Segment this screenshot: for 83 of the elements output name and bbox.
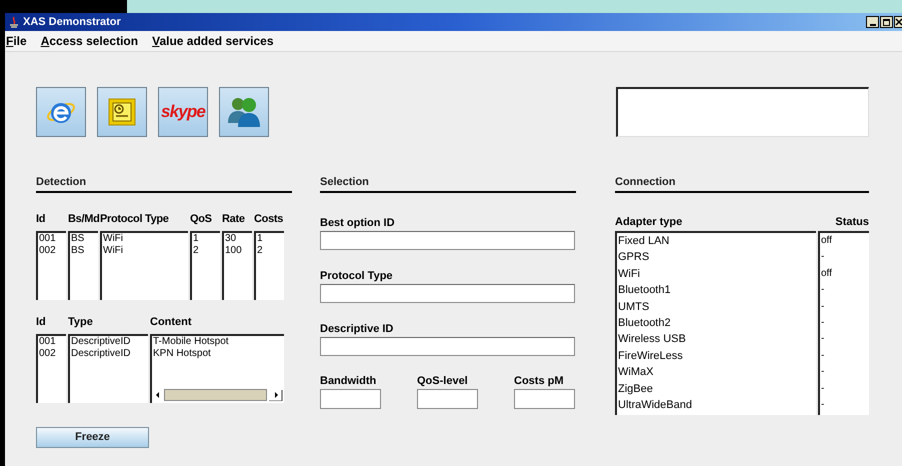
column-header: QoS [190,213,212,225]
table-cell-text: KPN Hotspot [153,348,212,360]
text-area[interactable] [616,87,869,137]
scroll-right-icon[interactable] [268,389,284,401]
window-title: XAS Demonstrator [23,14,121,30]
table-cell-text: DescriptiveID [71,348,132,360]
adapter-name: Wireless USB [618,332,686,348]
menu-item[interactable]: Value added services [152,32,274,50]
adapter-status: - [821,382,824,396]
minimize-button[interactable] [866,16,879,28]
table-cell-text: WiFi [103,233,124,245]
adapter-name: FireWireLess [618,348,683,364]
adapter-status: off [821,234,832,248]
adapter-status: - [821,332,824,346]
table-cell-text: T-Mobile Hotspot [153,336,230,348]
adapter-status: off [821,266,832,281]
people-icon [226,95,262,129]
app-icon [9,16,19,28]
column-header: Id [36,213,46,225]
adapter-status: - [821,300,824,314]
field-label: Protocol Type [320,270,393,283]
adapter-status: - [821,283,824,298]
close-button[interactable] [894,16,902,28]
field-label: Costs pM [514,375,564,388]
table-cell-text: 1 [257,233,264,245]
adapter-name: GPRS [618,250,650,266]
menu-item[interactable]: File [6,32,27,50]
column-header: Rate [222,213,245,225]
table-cell-text: BS [71,245,86,257]
people-button[interactable] [219,87,269,137]
table-cell-text: 2 [257,245,264,257]
table-cell-text: 001 [39,233,57,245]
scrollbar-thumb[interactable] [164,389,267,401]
adapter-status: - [821,250,824,264]
field-label: Bandwidth [320,375,376,388]
adapter-name: WiMaX [618,365,654,380]
table-cell-text: 002 [39,245,57,257]
clock-button[interactable] [97,87,147,137]
column-header: Status [835,214,869,230]
section-title: Selection [320,176,369,189]
input-field[interactable] [320,231,575,250]
adapter-name: Bluetooth2 [618,316,671,332]
section-title: Detection [36,176,86,189]
column-header: Costs [254,213,284,225]
input-field[interactable] [514,389,575,409]
column-header: Content [150,316,192,328]
column-header: Type [68,316,93,328]
input-field[interactable] [417,389,478,409]
clock-icon [108,98,136,126]
adapter-status: - [821,348,824,363]
input-field[interactable] [320,337,575,356]
table-cell-text: 002 [39,348,57,360]
adapter-status: - [821,316,824,330]
section-title: Connection [615,176,676,189]
adapter-name: UltraWideBand [618,398,692,414]
table-cell-text: 100 [225,245,243,257]
browser-button[interactable] [36,87,86,137]
table-cell-text: 1 [193,233,200,245]
table-cell-text: WiFi [103,245,124,257]
maximize-button[interactable] [880,16,893,28]
column-header: Protocol Type [100,213,169,225]
table-cell-text: DescriptiveID [71,336,132,348]
adapter-status: - [821,398,824,412]
input-field[interactable] [320,389,381,409]
table-cell-text: BS [71,233,86,245]
adapter-name: WiFi [618,266,640,282]
column-header: Id [36,316,46,328]
adapter-status: - [821,365,824,380]
column-header: Bs/Md [68,213,100,225]
adapter-name: UMTS [618,300,650,315]
field-label: Best option ID [320,217,395,230]
adapter-name: Bluetooth1 [618,283,671,298]
table-cell-text: 2 [193,245,200,257]
input-field[interactable] [320,284,575,303]
column-header: Adapter type [615,214,682,230]
table-cell-text: 001 [39,336,57,348]
freeze-button[interactable]: Freeze [36,427,149,448]
table-cell-text: 30 [225,233,238,245]
adapter-name: Fixed LAN [618,234,670,249]
field-label: QoS-level [417,375,468,388]
field-label: Descriptive ID [320,323,394,336]
adapter-name: ZigBee [618,382,653,397]
menu-item[interactable]: Access selection [40,32,138,50]
